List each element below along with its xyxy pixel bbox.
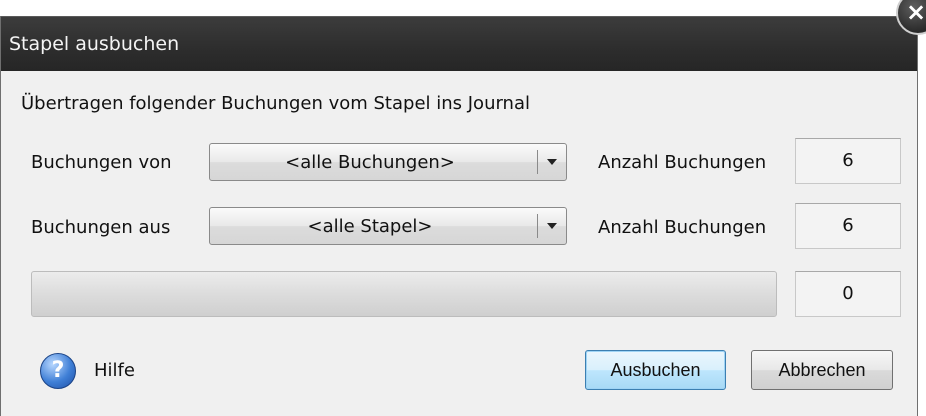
progress-value: 0 (795, 271, 901, 317)
anzahl-buchungen-label-2: Anzahl Buchungen (598, 217, 767, 238)
anzahl-buchungen-value-2: 6 (795, 203, 901, 249)
dropdown-separator (537, 150, 538, 174)
buchungen-aus-dropdown[interactable]: <alle Stapel> (209, 207, 567, 245)
window-title: Stapel ausbuchen (9, 33, 180, 55)
buchungen-von-dropdown[interactable]: <alle Buchungen> (209, 143, 567, 181)
progress-bar (31, 271, 777, 317)
anzahl-buchungen-value-1: 6 (795, 138, 901, 184)
dropdown-separator (537, 214, 538, 238)
abbrechen-button[interactable]: Abbrechen (751, 350, 893, 390)
help-icon[interactable]: ? (40, 353, 76, 389)
title-bar[interactable]: Stapel ausbuchen (1, 16, 917, 71)
anzahl-buchungen-label-1: Anzahl Buchungen (598, 152, 767, 173)
help-label[interactable]: Hilfe (94, 360, 135, 381)
buchungen-aus-value: <alle Stapel> (307, 216, 433, 237)
dialog-window: Stapel ausbuchen Übertragen folgender Bu… (0, 16, 918, 416)
chevron-down-icon[interactable] (547, 223, 557, 229)
buchungen-von-label: Buchungen von (31, 152, 172, 173)
buchungen-von-value: <alle Buchungen> (285, 152, 455, 173)
buchungen-aus-label: Buchungen aus (31, 217, 171, 238)
ausbuchen-button[interactable]: Ausbuchen (585, 350, 726, 390)
chevron-down-icon[interactable] (547, 159, 557, 165)
description-text: Übertragen folgender Buchungen vom Stape… (21, 93, 531, 114)
